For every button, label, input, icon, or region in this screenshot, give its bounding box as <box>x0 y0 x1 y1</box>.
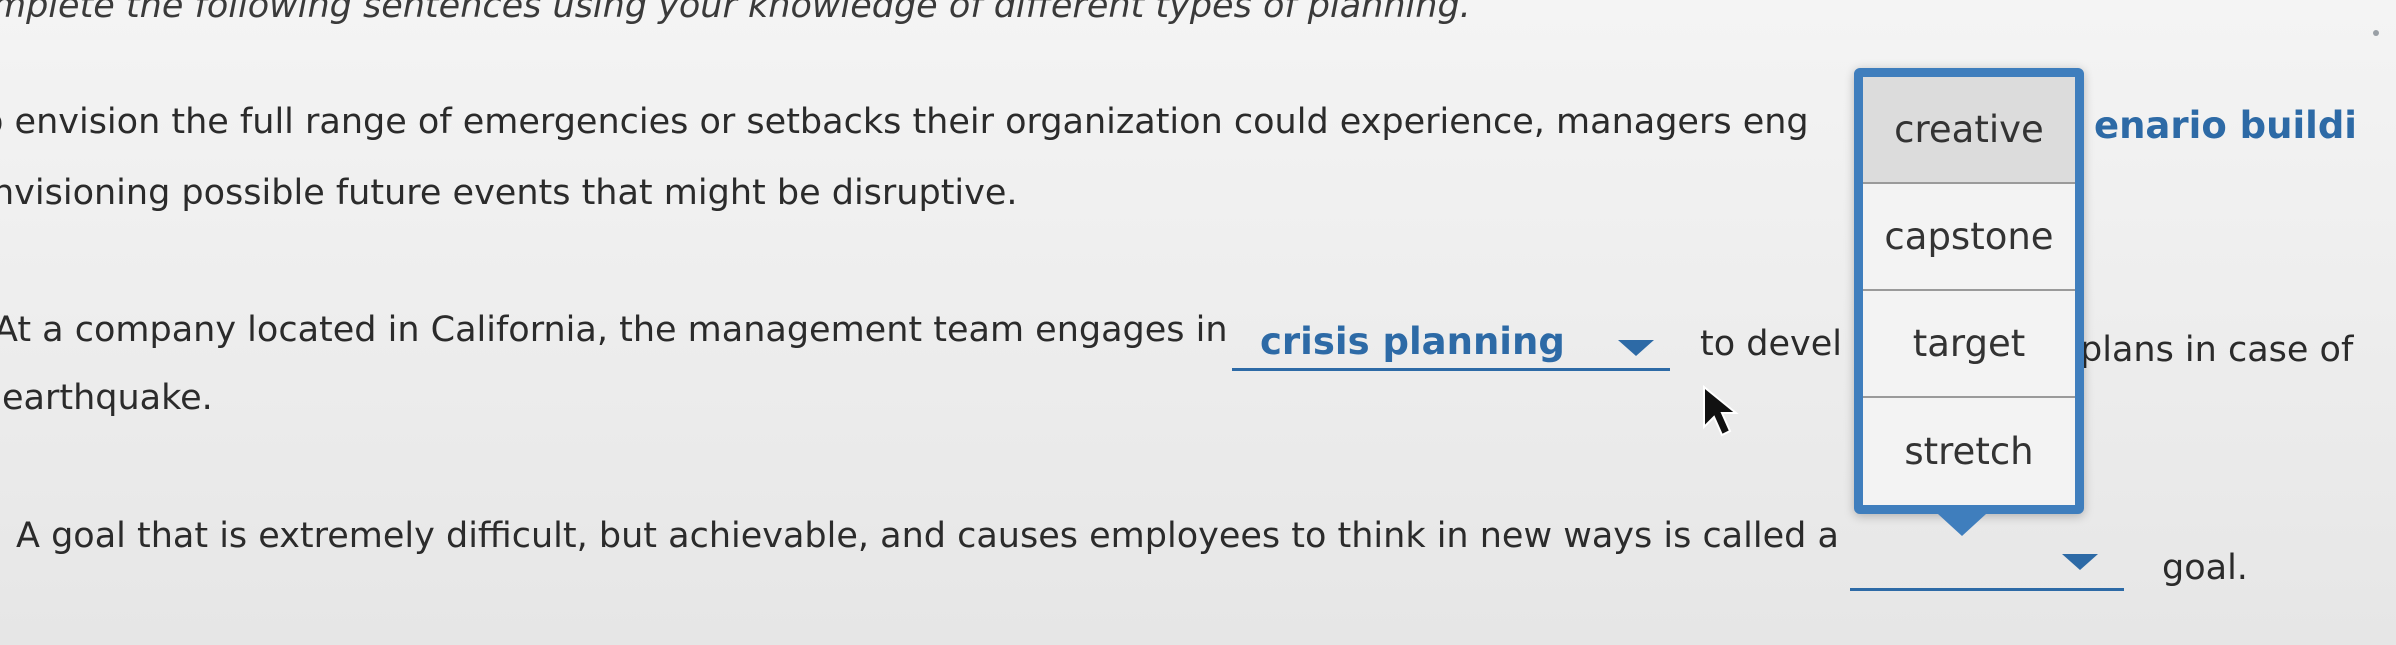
dropdown-options-menu: creative capstone target stretch <box>1854 68 2084 514</box>
option-capstone[interactable]: capstone <box>1863 184 2075 291</box>
chevron-down-icon[interactable] <box>1618 340 1654 356</box>
mouse-cursor-icon <box>1703 385 1739 437</box>
question-1-answer: enario buildi <box>2094 104 2357 147</box>
question-2-line-1: At a company located in California, the … <box>0 310 1228 350</box>
question-2-line-2: earthquake. <box>2 378 213 418</box>
question-2-selected-value: crisis planning <box>1260 320 1565 363</box>
decorative-dot <box>2373 30 2379 36</box>
question-3-line: A goal that is extremely difficult, but … <box>16 516 1839 556</box>
instruction-text: mplete the following sentences using you… <box>0 0 1471 26</box>
question-2-after-text: to devel <box>1700 324 1842 364</box>
question-2-tail-text: plans in case of <box>2080 330 2354 370</box>
menu-pointer <box>1938 514 1986 536</box>
option-stretch[interactable]: stretch <box>1863 398 2075 505</box>
question-1-line-1: o envision the full range of emergencies… <box>0 102 1809 142</box>
option-target[interactable]: target <box>1863 291 2075 398</box>
question-1-line-2: nvisioning possible future events that m… <box>0 173 1018 213</box>
option-creative[interactable]: creative <box>1863 77 2075 184</box>
question-3-after-text: goal. <box>2162 548 2248 588</box>
question-3-dropdown[interactable] <box>1850 540 2124 591</box>
chevron-down-icon[interactable] <box>2062 554 2098 570</box>
question-2-dropdown[interactable]: crisis planning <box>1232 318 1670 371</box>
